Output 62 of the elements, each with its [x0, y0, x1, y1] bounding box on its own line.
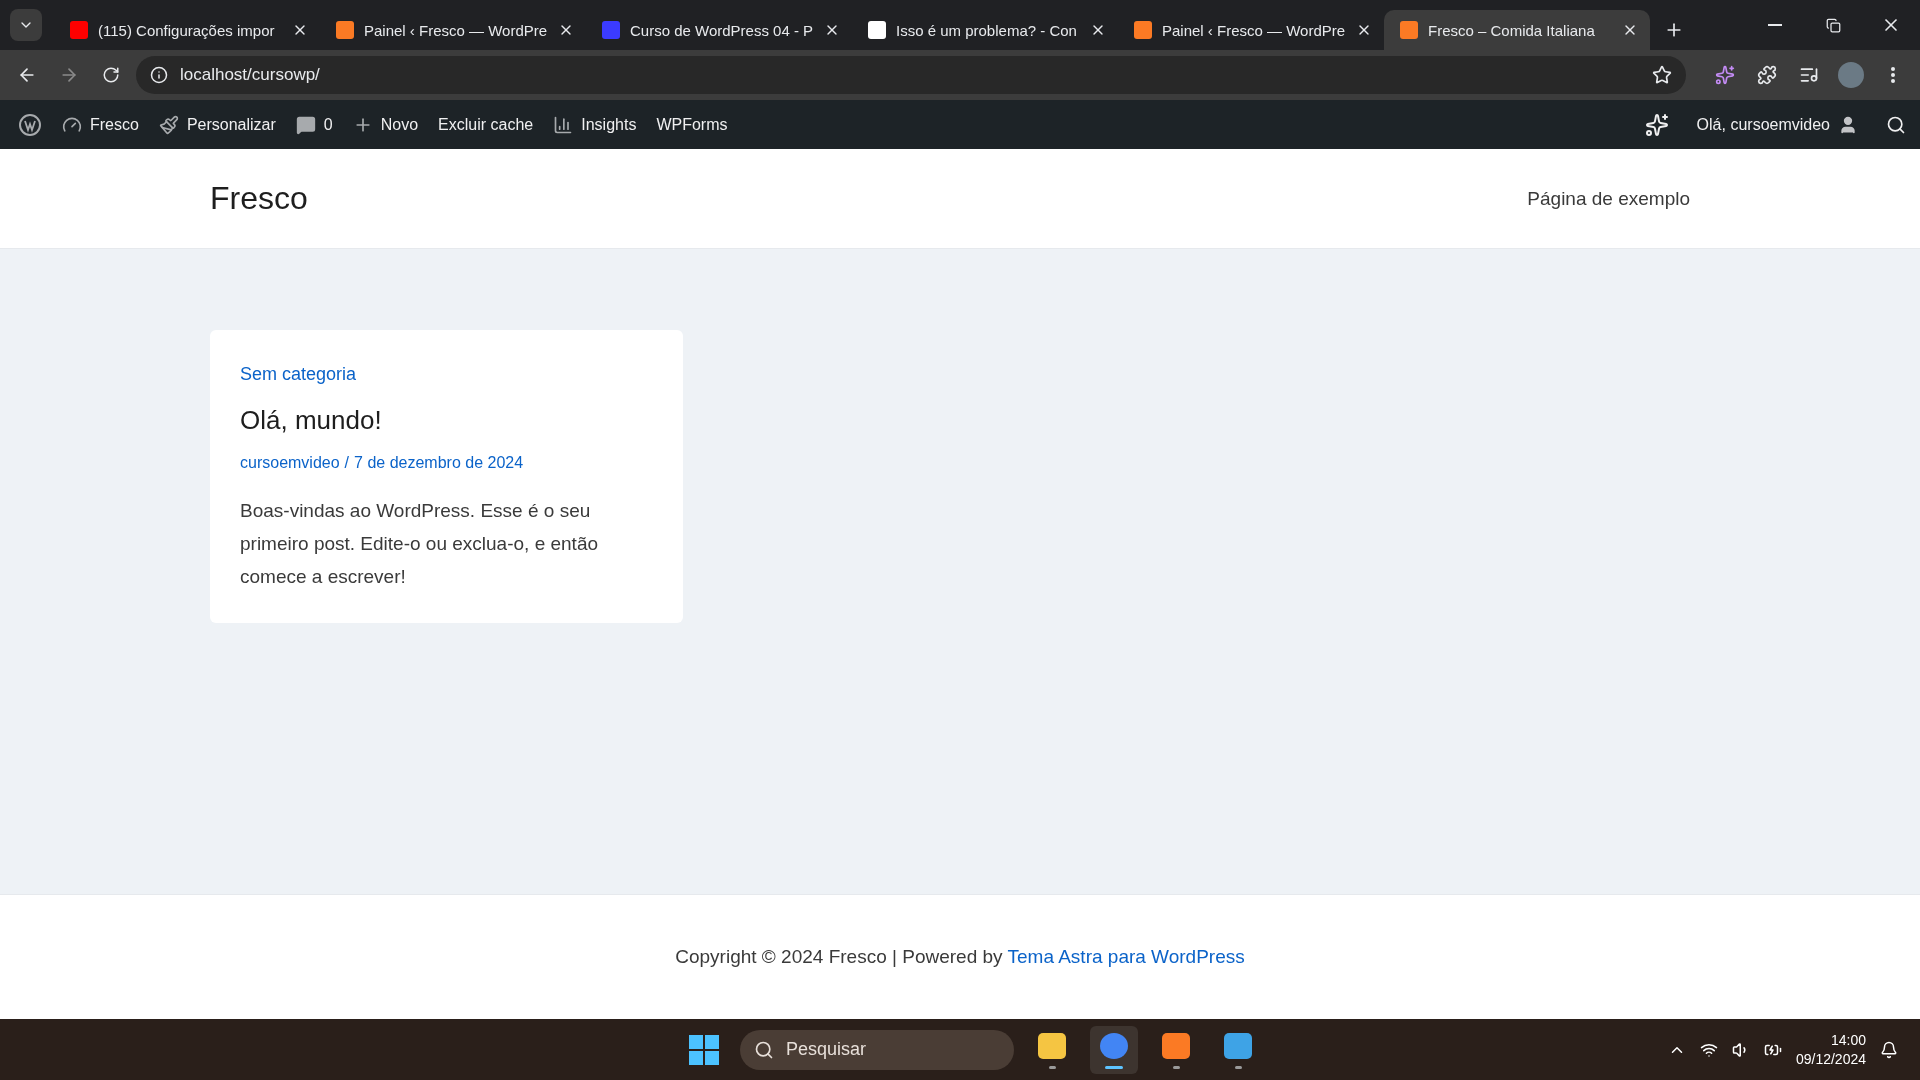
puzzle-icon: [1757, 65, 1777, 85]
browser-tab[interactable]: Curso de WordPress 04 - P: [586, 10, 852, 50]
running-indicator: [1105, 1066, 1123, 1069]
copyright-text: Copyright © 2024 Fresco | Powered by Tema Astra para WordPress: [675, 946, 1245, 968]
browser-tab[interactable]: (115) Configurações impor: [54, 10, 320, 50]
tab-search-button[interactable]: [10, 9, 42, 41]
admin-bar-item[interactable]: 0: [285, 100, 343, 149]
running-indicator: [1234, 1066, 1242, 1069]
music-list-icon: [1799, 65, 1819, 85]
address-bar[interactable]: localhost/cursowp/: [136, 56, 1686, 94]
admin-bar-item[interactable]: Personalizar: [148, 100, 286, 149]
browser-tab[interactable]: Painel ‹ Fresco — WordPre: [1118, 10, 1384, 50]
favicon-icon: [70, 21, 88, 39]
admin-bar-item[interactable]: WPForms: [646, 100, 738, 149]
admin-bar-item[interactable]: Novo: [342, 100, 429, 149]
sparkle-icon[interactable]: [1644, 112, 1669, 137]
app-icon: [1098, 1030, 1130, 1062]
restore-icon: [1825, 17, 1841, 33]
app-icon: [1160, 1030, 1192, 1062]
avatar-icon: [1838, 62, 1864, 88]
info-icon[interactable]: [150, 66, 168, 84]
browser-tab[interactable]: Fresco – Comida Italiana: [1384, 10, 1650, 50]
account-menu[interactable]: Olá, cursoemvideo: [1686, 100, 1868, 149]
search-field[interactable]: Pesquisar: [740, 1029, 1014, 1070]
favicon-icon: [1134, 21, 1152, 39]
admin-bar-item[interactable]: Insights: [543, 100, 647, 149]
favicon-icon: [868, 21, 886, 39]
admin-bar-item[interactable]: Excluir cache: [428, 100, 544, 149]
star-icon[interactable]: [1652, 65, 1672, 85]
user-icon: [1838, 114, 1858, 135]
site-title[interactable]: Fresco: [210, 180, 308, 217]
admin-bar-item[interactable]: Fresco: [52, 100, 149, 149]
post-title[interactable]: Olá, mundo!: [240, 405, 382, 436]
post-excerpt: Boas-vindas ao WordPress. Esse é o seu primeiro post. Edite-o ou exclua-o, e então comece a escrever!: [240, 499, 600, 589]
search-icon[interactable]: [1886, 114, 1906, 135]
sparkle-icon: [1715, 65, 1735, 85]
bar-chart-icon: [553, 114, 574, 135]
date-link[interactable]: 7 de dezembro de 2024: [354, 454, 524, 472]
taskbar-app[interactable]: [1090, 1025, 1138, 1074]
bell-icon[interactable]: [1880, 1040, 1898, 1059]
category-link[interactable]: Sem categoria: [240, 364, 357, 385]
brush-icon: [158, 114, 179, 135]
reload-icon: [102, 66, 120, 84]
favicon-icon: [336, 21, 354, 39]
running-indicator: [1048, 1066, 1056, 1069]
menu-icon: [1891, 67, 1895, 83]
favicon-icon: [1400, 21, 1418, 39]
app-icon: [1036, 1030, 1068, 1062]
comment-icon: [295, 114, 316, 135]
search-icon: [754, 1039, 774, 1060]
browser-tab[interactable]: Painel ‹ Fresco — WordPre: [320, 10, 586, 50]
favicon-icon: [602, 21, 620, 39]
nav-link[interactable]: Página de exemplo: [1527, 187, 1690, 210]
running-indicator: [1172, 1066, 1180, 1069]
meta-separator: /: [344, 454, 350, 472]
app-icon: [1222, 1030, 1254, 1062]
browser-tab[interactable]: Isso é um problema? - Con: [852, 10, 1118, 50]
clock[interactable]: 14:00 09/12/2024: [1795, 1030, 1866, 1069]
minimize-icon: [1768, 24, 1782, 26]
theme-link[interactable]: Tema Astra para WordPress: [1007, 946, 1245, 967]
windows-logo-icon[interactable]: [688, 1033, 720, 1066]
author-link[interactable]: cursoemvideo: [240, 454, 340, 472]
